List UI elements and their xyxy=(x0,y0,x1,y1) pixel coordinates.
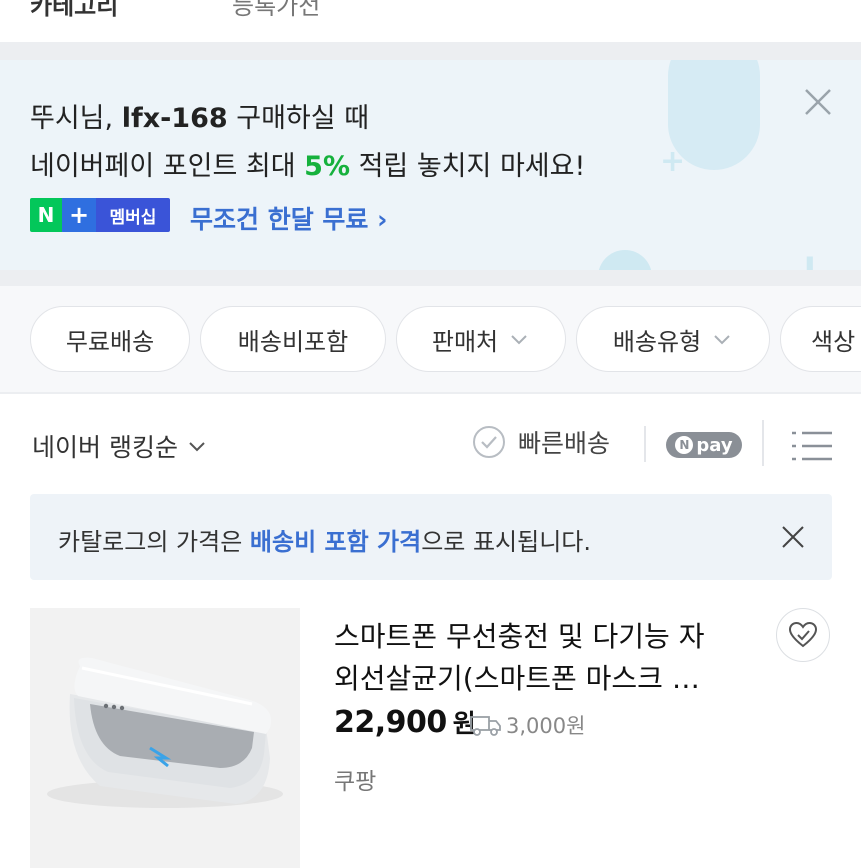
divider xyxy=(0,42,861,60)
price-value: 22,900 xyxy=(334,705,447,740)
chevron-down-icon xyxy=(714,335,730,345)
filter-seller[interactable]: 판매처 xyxy=(396,306,566,372)
badge-member: 멤버십 xyxy=(96,198,170,232)
banner-line2: 네이버페이 포인트 최대 5% 적립 놓치지 마세요! xyxy=(30,144,585,183)
npay-filter[interactable]: N pay xyxy=(666,432,742,458)
divider xyxy=(0,270,861,286)
decor-plus-icon: + xyxy=(660,144,686,179)
chip-label: 판매처 xyxy=(431,327,499,356)
divider xyxy=(762,420,764,466)
chip-label: 배송비포함 xyxy=(237,327,349,356)
divider xyxy=(644,426,646,462)
title-line1: 스마트폰 무선충전 및 다기능 자 xyxy=(334,620,705,653)
close-icon[interactable] xyxy=(778,522,808,552)
chevron-down-icon xyxy=(189,442,205,452)
product-price: 22,900 원 xyxy=(334,704,476,740)
check-circle-icon xyxy=(473,426,505,458)
heart-icon xyxy=(788,621,818,648)
point-percent: 5% xyxy=(304,151,350,182)
product-card[interactable]: 스마트폰 무선충전 및 다기능 자 외선살균기(스마트폰 마스크 … 22,90… xyxy=(0,606,861,868)
sort-bar: 네이버 랭킹순 빠른배송 N pay xyxy=(0,394,861,494)
seller-name[interactable]: 쿠팡 xyxy=(334,762,376,796)
naver-plus-membership-badge: N + 멤버십 xyxy=(30,198,170,232)
decor-plus-icon: + xyxy=(788,246,832,270)
sort-dropdown[interactable]: 네이버 랭킹순 xyxy=(32,428,208,464)
npay-n-icon: N xyxy=(675,436,694,454)
notice-prefix: 카탈로그의 가격은 xyxy=(58,528,250,556)
badge-n: N xyxy=(30,198,62,232)
product-code: lfx-168 xyxy=(121,103,228,134)
category-tab[interactable]: 카테고리 xyxy=(30,0,118,21)
product-image[interactable] xyxy=(30,608,300,868)
notice-text: 카탈로그의 가격은 배송비 포함 가격으로 표시됩니다. xyxy=(58,522,591,557)
chevron-down-icon xyxy=(511,335,527,345)
promo-banner: + + 뚜시님, lfx-168 구매하실 때 네이버페이 포인트 최대 5% … xyxy=(0,60,861,270)
free-month-link[interactable]: 무조건 한달 무료 › xyxy=(190,200,387,236)
chip-label: 배송유형 xyxy=(612,327,702,356)
notice-highlight: 배송비 포함 가격 xyxy=(249,528,422,556)
list-view-icon[interactable] xyxy=(790,430,834,462)
chip-label: 무료배송 xyxy=(65,327,155,356)
registered-tab[interactable]: 등록가전 xyxy=(232,0,320,21)
title-line2: 외선살균기(스마트폰 마스크 … xyxy=(334,662,700,695)
greeting-text: 뚜시님, xyxy=(30,103,122,134)
close-icon[interactable] xyxy=(798,82,838,122)
price-notice: 카탈로그의 가격은 배송비 포함 가격으로 표시됩니다. xyxy=(30,494,832,580)
wishlist-button[interactable] xyxy=(776,608,830,662)
shipping-fee-value: 3,000원 xyxy=(506,714,586,738)
fast-delivery-filter[interactable]: 빠른배송 xyxy=(472,424,610,460)
filter-color[interactable]: 색상 xyxy=(780,306,861,372)
product-title[interactable]: 스마트폰 무선충전 및 다기능 자 외선살균기(스마트폰 마스크 … xyxy=(334,616,744,700)
greeting-suffix: 구매하실 때 xyxy=(227,103,370,134)
point-suffix: 적립 놓치지 마세요! xyxy=(350,151,586,182)
shipping-fee: 3,000원 xyxy=(470,710,585,740)
decor-bubble xyxy=(598,250,652,270)
fast-delivery-label: 빠른배송 xyxy=(518,429,611,458)
top-strip: 카테고리 등록가전 xyxy=(0,0,861,42)
sort-label: 네이버 랭킹순 xyxy=(32,433,178,462)
npay-label: pay xyxy=(696,434,733,456)
filter-free-shipping[interactable]: 무료배송 xyxy=(30,306,190,372)
point-text: 네이버페이 포인트 최대 xyxy=(30,151,305,182)
filter-chip-bar: 무료배송 배송비포함 판매처 배송유형 색상 xyxy=(0,286,861,392)
notice-suffix: 으로 표시됩니다. xyxy=(421,528,592,556)
uv-sterilizer-illustration xyxy=(30,608,300,868)
badge-plus: + xyxy=(62,198,96,232)
chip-label: 색상 xyxy=(811,327,856,356)
banner-line1: 뚜시님, lfx-168 구매하실 때 xyxy=(30,96,369,135)
truck-icon xyxy=(470,716,501,736)
filter-shipping-included[interactable]: 배송비포함 xyxy=(200,306,386,372)
filter-shipping-type[interactable]: 배송유형 xyxy=(576,306,770,372)
